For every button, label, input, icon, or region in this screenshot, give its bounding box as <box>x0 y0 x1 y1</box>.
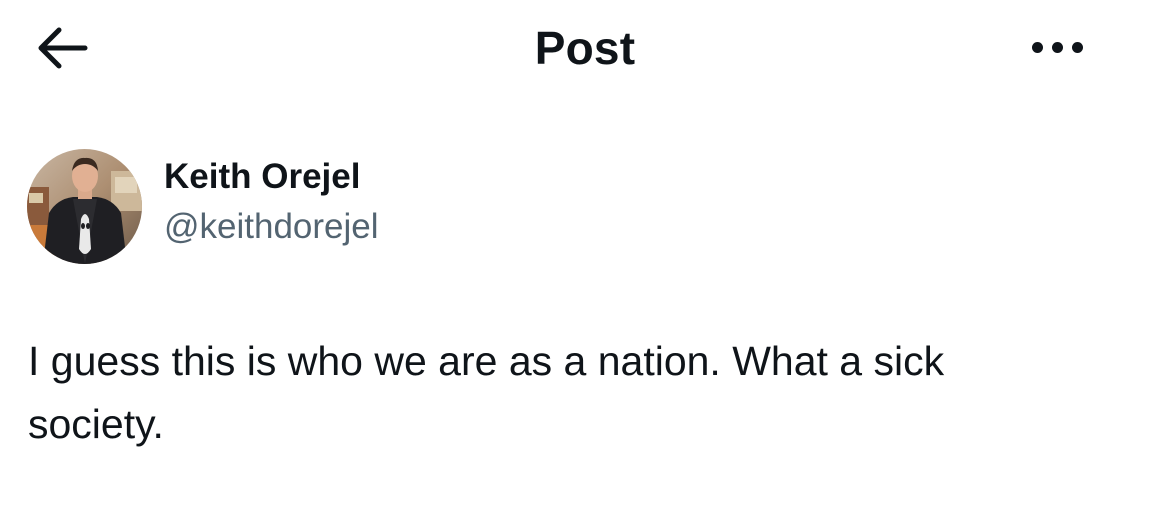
more-options-button[interactable] <box>1018 22 1096 72</box>
author-handle[interactable]: @keithdorejel <box>164 205 379 249</box>
avatar-photo <box>27 148 142 264</box>
back-button[interactable] <box>26 20 96 76</box>
top-bar: Post <box>0 0 1170 100</box>
author-block: Keith Orejel @keithdorejel <box>27 148 379 264</box>
post-text: I guess this is who we are as a nation. … <box>28 338 945 447</box>
arrow-left-icon <box>38 27 88 69</box>
page-title: Post <box>534 22 636 74</box>
author-display-name[interactable]: Keith Orejel <box>164 155 379 199</box>
avatar[interactable] <box>27 148 142 264</box>
more-horizontal-icon <box>1031 41 1043 53</box>
